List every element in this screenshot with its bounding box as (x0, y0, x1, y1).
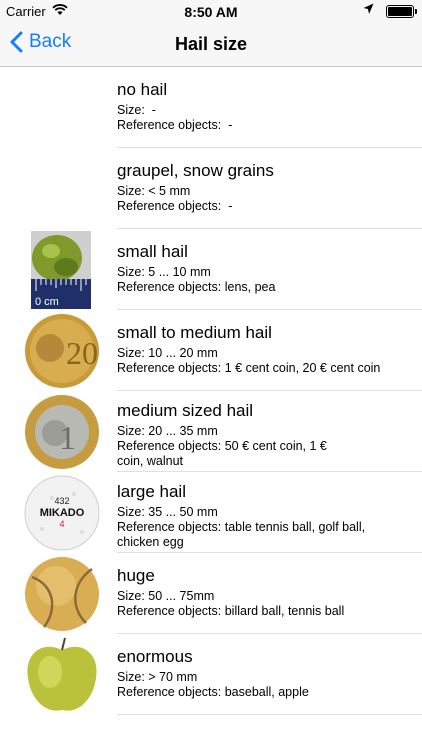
ruler-label: 0 cm (35, 296, 59, 308)
item-name: enormous (117, 647, 193, 666)
svg-text:4: 4 (59, 519, 64, 529)
list-item-huge[interactable]: huge Size: 50 ... 75mm Reference objects… (0, 553, 422, 634)
clock: 8:50 AM (184, 4, 238, 20)
svg-text:MIKADO: MIKADO (40, 507, 85, 519)
item-name: no hail (117, 80, 168, 99)
battery-icon (386, 5, 417, 18)
item-name: small hail (117, 242, 188, 261)
status-bar: Carrier 8:50 AM (0, 0, 422, 22)
twenty-cent-coin-image: 20 (25, 314, 99, 388)
item-name: large hail (117, 482, 186, 501)
list-item-graupel[interactable]: graupel, snow grains Size: < 5 mm Refere… (0, 148, 422, 229)
svg-text:20: 20 (66, 335, 98, 371)
svg-text:1: 1 (59, 420, 76, 457)
item-size: Size: 35 ... 50 mm (117, 505, 218, 519)
item-references: Reference objects: table tennis ball, go… (117, 520, 366, 549)
list-item-small-hail[interactable]: 0 cm small hail Size: 5 ... 10 mm Refere… (0, 229, 422, 310)
item-name: small to medium hail (117, 323, 272, 342)
navigation-bar: Back Hail size (0, 22, 422, 67)
page-title: Hail size (174, 34, 248, 54)
item-size: Size: 50 ... 75mm (117, 589, 215, 603)
golf-ball-image: 432 MIKADO 4 (24, 475, 100, 551)
item-references: Reference objects: billard ball, tennis … (117, 604, 345, 618)
svg-text:432: 432 (54, 496, 69, 506)
list-item-enormous[interactable]: enormous Size: > 70 mm Reference objects… (0, 634, 422, 715)
list-item-no-hail[interactable]: no hail Size: - Reference objects: - (0, 67, 422, 148)
item-name: medium sized hail (117, 401, 254, 420)
apple-image (27, 637, 97, 711)
item-references: Reference objects: - (117, 199, 233, 213)
row-divider (117, 714, 422, 715)
one-euro-coin-image: 1 (25, 395, 99, 469)
item-references: Reference objects: baseball, apple (117, 685, 309, 699)
tennis-ball-image (25, 557, 99, 631)
item-references: Reference objects: - (117, 118, 233, 132)
hail-size-list: no hail Size: - Reference objects: - gra… (0, 67, 422, 715)
item-name: huge (117, 566, 155, 585)
item-size: Size: < 5 mm (117, 184, 191, 198)
item-references: Reference objects: 50 € cent coin, 1 € c… (117, 439, 327, 468)
item-size: Size: > 70 mm (117, 670, 198, 684)
item-size: Size: 20 ... 35 mm (117, 424, 218, 438)
location-arrow-icon (363, 3, 374, 18)
list-item-small-to-medium-hail[interactable]: 20 small to medium hail Size: 10 ... 20 … (0, 310, 422, 391)
item-references: Reference objects: lens, pea (117, 280, 276, 294)
item-references: Reference objects: 1 € cent coin, 20 € c… (117, 361, 381, 375)
list-item-large-hail[interactable]: 432 MIKADO 4 large hail Size: 35 ... 50 … (0, 472, 422, 553)
item-size: Size: 5 ... 10 mm (117, 265, 211, 279)
pea-with-ruler-image: 0 cm (31, 231, 91, 309)
list-item-medium-sized-hail[interactable]: 1 medium sized hail Size: 20 ... 35 mm R… (0, 391, 422, 472)
item-size: Size: - (117, 103, 156, 117)
item-name: graupel, snow grains (117, 161, 274, 180)
item-size: Size: 10 ... 20 mm (117, 346, 218, 360)
